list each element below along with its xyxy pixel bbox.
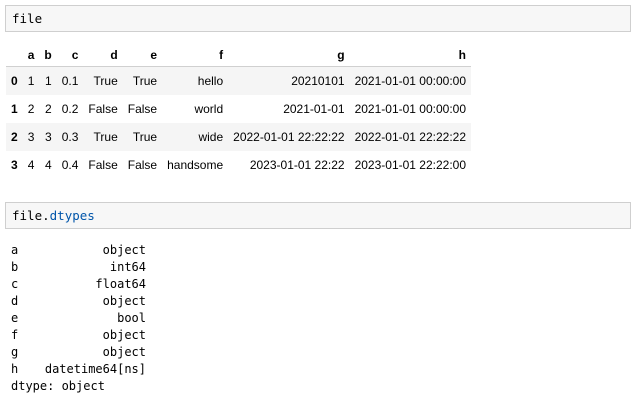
cell-d: False	[88, 102, 118, 116]
header-a: a	[22, 44, 40, 67]
dtype-value: datetime64[ns]	[44, 362, 146, 376]
dtype-value: object	[102, 345, 146, 359]
cell-e: True	[132, 130, 158, 144]
dtype-footer: dtype: object	[11, 379, 105, 393]
table-row: 0 1 1 0.1 True True hello 20210101 2021-…	[6, 66, 472, 95]
code-cell-dtypes[interactable]: file.dtypes	[5, 202, 631, 229]
cell-e: False	[127, 102, 158, 116]
code-object: file	[12, 208, 43, 223]
dtype-entry: a object	[11, 242, 146, 259]
header-d: d	[83, 44, 123, 67]
dtype-column-name: a	[11, 243, 19, 257]
header-e: e	[122, 44, 163, 67]
code-attribute: dtypes	[49, 208, 95, 223]
cell-c: 0.3	[61, 130, 79, 144]
cell-h: 2021-01-01 00:00:00	[354, 102, 467, 116]
header-g: g	[228, 44, 350, 67]
dtype-entry: d object	[11, 293, 146, 310]
cell-e: False	[127, 158, 158, 172]
code-dot: .	[42, 208, 50, 223]
cell-h: 2021-01-01 00:00:00	[354, 74, 467, 88]
cell-f: handsome	[167, 158, 224, 172]
dtype-entry: c float64	[11, 276, 146, 293]
dtype-entry: g object	[11, 344, 146, 361]
code-text: file	[12, 11, 43, 26]
cell-b: 4	[45, 158, 52, 172]
table-row: 2 3 3 0.3 True True wide 2022-01-01 22:2…	[6, 123, 472, 151]
cell-a: 1	[27, 74, 35, 88]
dtypes-output: a object b int64 c float64 d object e bo…	[11, 242, 146, 395]
cell-f: wide	[198, 130, 224, 144]
row-index: 0	[11, 74, 18, 88]
header-c: c	[56, 44, 84, 67]
dtype-value: object	[102, 243, 146, 257]
cell-g: 20210101	[291, 74, 345, 88]
cell-d: True	[93, 130, 118, 144]
cell-f: hello	[197, 74, 224, 88]
row-index: 3	[11, 158, 18, 172]
cell-b: 2	[45, 102, 52, 116]
cell-a: 3	[27, 130, 35, 144]
cell-h: 2023-01-01 22:22:00	[354, 158, 467, 172]
header-h: h	[349, 44, 472, 67]
cell-d: True	[93, 74, 118, 88]
row-index: 1	[11, 102, 18, 116]
cell-a: 4	[27, 158, 35, 172]
dtype-column-name: c	[11, 277, 19, 291]
dtype-column-name: b	[11, 260, 19, 274]
code-cell-file[interactable]: file	[5, 5, 631, 32]
dtype-value: object	[102, 294, 146, 308]
header-index	[6, 44, 23, 67]
cell-f: world	[194, 102, 224, 116]
dataframe-table: a b c d e f g h 0 1 1 0.1 True True hell…	[6, 44, 472, 179]
dtype-entry: h datetime64[ns]	[11, 361, 146, 378]
cell-b: 3	[45, 130, 52, 144]
dtype-entry: b int64	[11, 259, 146, 276]
cell-c: 0.2	[61, 102, 79, 116]
cell-h: 2022-01-01 22:22:22	[354, 130, 467, 144]
cell-e: True	[132, 74, 158, 88]
dtype-entry: f object	[11, 327, 146, 344]
dtype-column-name: h	[11, 362, 19, 376]
code-text: file.dtypes	[12, 208, 95, 224]
cell-c: 0.1	[61, 74, 79, 88]
header-b: b	[39, 44, 57, 67]
table-row: 1 2 2 0.2 False False world 2021-01-01 2…	[6, 95, 472, 123]
table-row: 3 4 4 0.4 False False handsome 2023-01-0…	[6, 151, 472, 179]
cell-b: 1	[45, 74, 52, 88]
dtype-value: object	[102, 328, 146, 342]
dtype-value: float64	[95, 277, 146, 291]
dtype-column-name: e	[11, 311, 19, 325]
cell-g: 2022-01-01 22:22:22	[233, 130, 345, 144]
dtype-column-name: f	[11, 328, 19, 342]
dtype-entry: e bool	[11, 310, 146, 327]
table-header-row: a b c d e f g h	[6, 44, 472, 67]
header-f: f	[162, 44, 229, 67]
dtype-column-name: d	[11, 294, 19, 308]
cell-d: False	[88, 158, 118, 172]
cell-g: 2021-01-01	[283, 102, 345, 116]
cell-g: 2023-01-01 22:22	[249, 158, 345, 172]
dtype-value: int64	[109, 260, 146, 274]
cell-c: 0.4	[61, 158, 79, 172]
dtype-value: bool	[117, 311, 146, 325]
cell-a: 2	[27, 102, 35, 116]
row-index: 2	[11, 130, 18, 144]
dtype-column-name: g	[11, 345, 19, 359]
